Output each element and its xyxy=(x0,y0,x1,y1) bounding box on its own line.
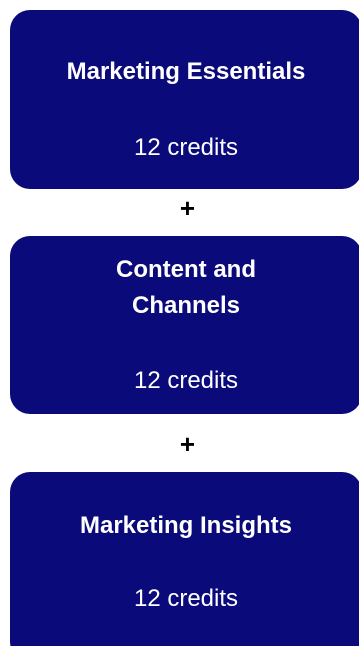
course-card-marketing-essentials: Marketing Essentials 12 credits xyxy=(10,10,359,189)
credit-structure-diagram: Marketing Essentials 12 credits + Conten… xyxy=(0,0,359,646)
plus-separator: + xyxy=(179,429,196,459)
course-credits: 12 credits xyxy=(133,367,239,394)
course-title: Marketing Essentials xyxy=(66,58,306,85)
course-title: Marketing Insights xyxy=(79,512,293,539)
plus-separator: + xyxy=(179,193,196,223)
course-card-content-and-channels: Content and Channels 12 credits xyxy=(10,236,359,414)
course-credits: 12 credits xyxy=(133,134,239,161)
course-card-marketing-insights: Marketing Insights 12 credits xyxy=(10,472,359,646)
course-credits: 12 credits xyxy=(133,585,239,612)
course-title: Content and Channels xyxy=(116,256,256,319)
